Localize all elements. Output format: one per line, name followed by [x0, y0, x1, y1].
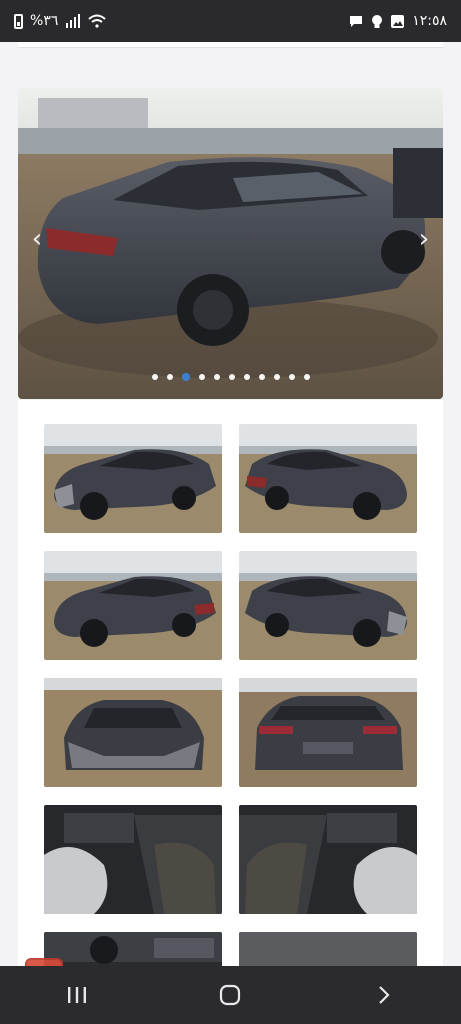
thumbnail-grid — [18, 400, 443, 966]
thumbnail-rear-left-side[interactable] — [44, 551, 222, 660]
thumbnail-front-left-damage[interactable] — [44, 424, 222, 533]
thumbnail-interior-airbag-left[interactable] — [44, 805, 222, 914]
thumbnail-rear-right-side[interactable] — [239, 424, 417, 533]
status-bar-right: ١٢:٥٨ — [348, 13, 447, 29]
battery-icon — [14, 13, 23, 29]
carousel-dot[interactable] — [258, 374, 265, 380]
header-divider — [18, 42, 443, 48]
lightbulb-icon — [371, 14, 383, 29]
carousel-prev-icon[interactable]: ‹ — [26, 226, 48, 252]
carousel-dot[interactable] — [166, 374, 173, 380]
main-image-carousel[interactable]: ‹ › — [18, 88, 443, 399]
wifi-icon — [88, 14, 107, 28]
carousel-dot[interactable] — [213, 374, 220, 380]
carousel-dot[interactable] — [288, 374, 295, 380]
recent-apps-icon — [67, 987, 86, 1003]
carousel-dot[interactable] — [181, 373, 190, 381]
clock: ١٢:٥٨ — [412, 13, 447, 29]
carousel-dot[interactable] — [273, 374, 280, 380]
carousel-dot[interactable] — [198, 374, 205, 380]
status-bar: %٣٦ ١٢:٥٨ — [0, 0, 461, 42]
signal-icon — [65, 14, 81, 28]
main-car-photo — [18, 88, 443, 399]
chat-bubble-icon — [348, 14, 364, 28]
carousel-next-icon[interactable]: › — [413, 226, 435, 252]
home-icon — [220, 984, 241, 1006]
back-button[interactable] — [354, 975, 414, 1015]
thumbnail-rear-view[interactable] — [239, 678, 417, 787]
status-bar-left: %٣٦ — [14, 13, 107, 29]
thumbnail-front-damage[interactable] — [44, 678, 222, 787]
home-button[interactable] — [200, 975, 260, 1015]
carousel-dot[interactable] — [228, 374, 235, 380]
page-content: ‹ › — [0, 42, 461, 966]
carousel-dots — [18, 373, 443, 381]
recent-apps-button[interactable] — [47, 975, 107, 1015]
battery-percent: %٣٦ — [30, 13, 59, 29]
thumbnail-front-right-damage[interactable] — [239, 551, 417, 660]
thumbnail-interior-dashboard[interactable] — [44, 932, 222, 966]
thumbnail-interior-airbag-right[interactable] — [239, 805, 417, 914]
thumbnail-interior-partial[interactable] — [239, 932, 417, 966]
carousel-dot[interactable] — [303, 374, 310, 380]
carousel-dot[interactable] — [243, 374, 250, 380]
gallery-icon — [390, 14, 405, 29]
navigation-bar — [0, 966, 461, 1024]
carousel-dot[interactable] — [151, 374, 158, 380]
back-chevron-icon — [379, 986, 390, 1004]
